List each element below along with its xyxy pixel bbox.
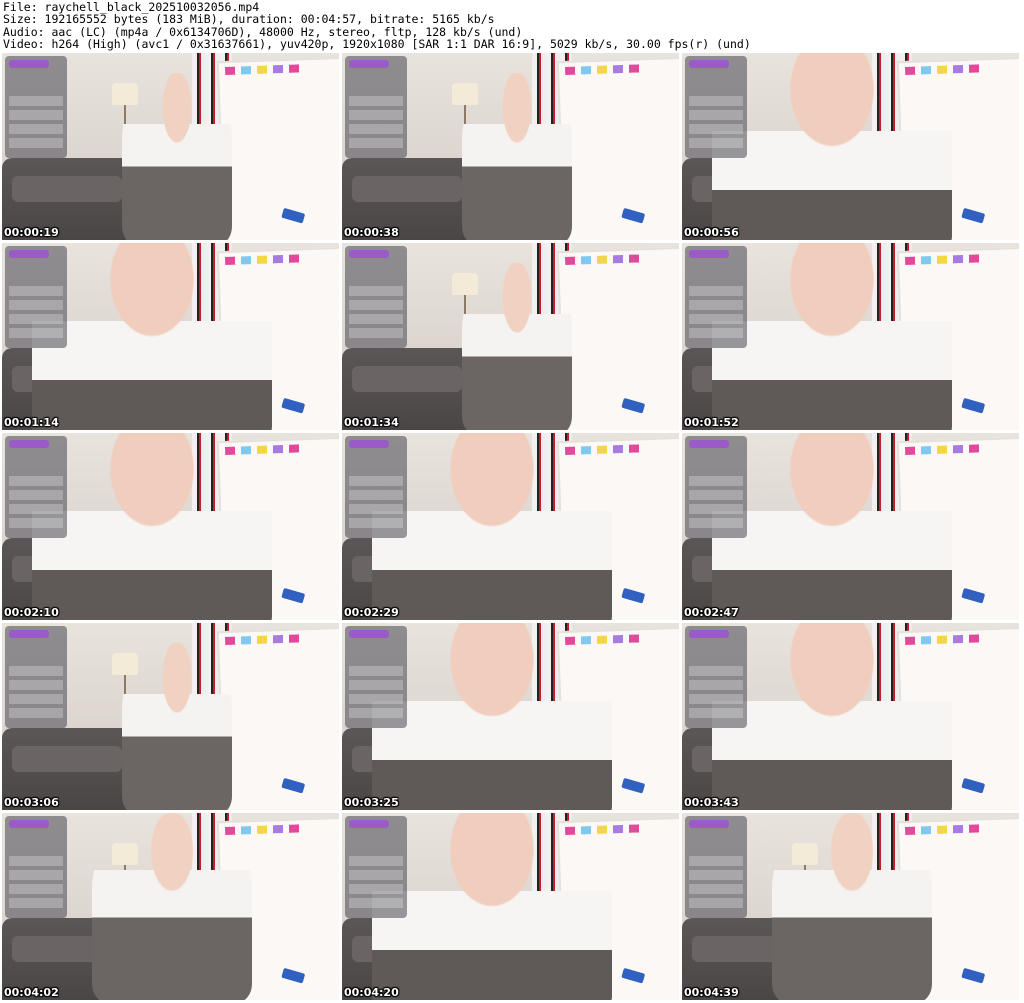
video-thumbnail: 00:02:10 — [2, 433, 339, 620]
stream-overlay-panel — [5, 56, 67, 158]
video-thumbnail: 00:03:43 — [682, 623, 1019, 810]
stream-overlay-panel — [345, 626, 407, 728]
person — [372, 813, 612, 1000]
board-eraser — [281, 207, 306, 224]
board-magnets — [904, 823, 1006, 836]
timestamp-label: 00:02:47 — [684, 606, 739, 619]
video-thumbnail: 00:01:14 — [2, 243, 339, 430]
board-magnets — [224, 633, 326, 646]
board-magnets — [224, 63, 326, 76]
person — [32, 243, 272, 430]
board-eraser — [281, 397, 306, 414]
size-line: Size: 192165552 bytes (183 MiB), duratio… — [3, 12, 495, 27]
timestamp-label: 00:01:14 — [4, 416, 59, 429]
person — [372, 623, 612, 810]
board-eraser — [281, 777, 306, 794]
timestamp-label: 00:03:25 — [344, 796, 399, 809]
board-eraser — [961, 397, 986, 414]
timestamp-label: 00:00:56 — [684, 226, 739, 239]
person — [462, 73, 572, 240]
person — [92, 813, 252, 1000]
board-eraser — [961, 587, 986, 604]
stream-overlay-panel — [685, 56, 747, 158]
video-thumbnail: 00:04:20 — [342, 813, 679, 1000]
board-eraser — [281, 967, 306, 984]
video-thumbnail: 00:04:39 — [682, 813, 1019, 1000]
stream-overlay-panel — [5, 436, 67, 538]
board-eraser — [621, 397, 646, 414]
whiteboard — [216, 56, 339, 240]
board-eraser — [621, 777, 646, 794]
person — [32, 433, 272, 620]
board-eraser — [961, 777, 986, 794]
stream-overlay-panel — [5, 246, 67, 348]
video-line: Video: h264 (High) (avc1 / 0x31637661), … — [3, 37, 751, 52]
video-thumbnail: 00:00:38 — [342, 53, 679, 240]
file-info-header: File: raychell_black_202510032056.mp4 Siz… — [0, 0, 1024, 52]
video-thumbnail: 00:03:25 — [342, 623, 679, 810]
stream-overlay-panel — [685, 626, 747, 728]
board-eraser — [961, 207, 986, 224]
stream-overlay-panel — [685, 816, 747, 918]
video-thumbnail: 00:01:52 — [682, 243, 1019, 430]
timestamp-label: 00:02:10 — [4, 606, 59, 619]
person — [122, 73, 232, 240]
stream-overlay-panel — [5, 816, 67, 918]
stream-overlay-panel — [345, 816, 407, 918]
board-eraser — [621, 967, 646, 984]
timestamp-label: 00:00:38 — [344, 226, 399, 239]
stream-overlay-panel — [345, 246, 407, 348]
video-thumbnail: 00:00:56 — [682, 53, 1019, 240]
person — [462, 263, 572, 430]
person — [712, 623, 952, 810]
board-magnets — [564, 253, 666, 266]
whiteboard — [216, 626, 339, 810]
person — [712, 433, 952, 620]
board-eraser — [621, 207, 646, 224]
stream-overlay-panel — [345, 56, 407, 158]
whiteboard — [556, 56, 679, 240]
board-magnets — [564, 63, 666, 76]
timestamp-label: 00:01:52 — [684, 416, 739, 429]
stream-overlay-panel — [685, 246, 747, 348]
video-thumbnail: 00:02:47 — [682, 433, 1019, 620]
board-magnets — [224, 823, 326, 836]
timestamp-label: 00:03:43 — [684, 796, 739, 809]
video-thumbnail: 00:03:06 — [2, 623, 339, 810]
board-eraser — [621, 587, 646, 604]
board-eraser — [961, 967, 986, 984]
timestamp-label: 00:01:34 — [344, 416, 399, 429]
stream-overlay-panel — [345, 436, 407, 538]
whiteboard — [556, 246, 679, 430]
board-eraser — [281, 587, 306, 604]
video-thumbnail: 00:04:02 — [2, 813, 339, 1000]
person — [372, 433, 612, 620]
person — [712, 243, 952, 430]
stream-overlay-panel — [685, 436, 747, 538]
timestamp-label: 00:02:29 — [344, 606, 399, 619]
person — [122, 643, 232, 810]
timestamp-label: 00:00:19 — [4, 226, 59, 239]
person — [712, 53, 952, 240]
stream-overlay-panel — [5, 626, 67, 728]
video-thumbnail: 00:00:19 — [2, 53, 339, 240]
video-thumbnail: 00:02:29 — [342, 433, 679, 620]
timestamp-label: 00:04:39 — [684, 986, 739, 999]
timestamp-label: 00:04:02 — [4, 986, 59, 999]
person — [772, 813, 932, 1000]
thumbnail-grid: 00:00:19 00:00:38 00:00:56 00:01:14 00:01:34… — [2, 53, 1022, 1001]
video-thumbnail: 00:01:34 — [342, 243, 679, 430]
timestamp-label: 00:03:06 — [4, 796, 59, 809]
timestamp-label: 00:04:20 — [344, 986, 399, 999]
